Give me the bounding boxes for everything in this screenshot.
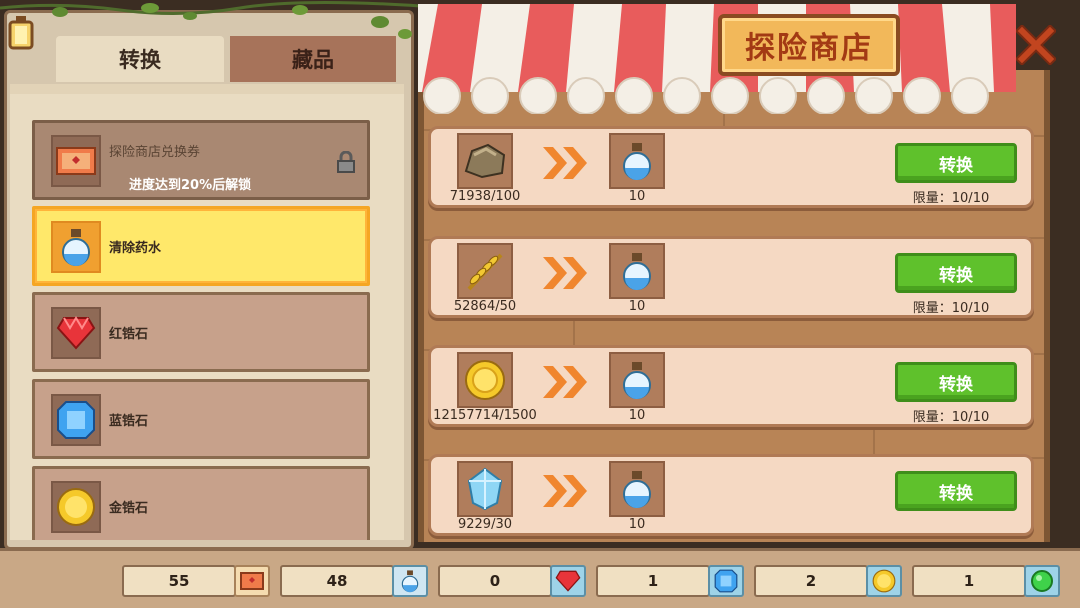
close-icon	[1016, 25, 1056, 65]
resource-value: 0	[438, 565, 552, 597]
red-gem-icon	[51, 307, 101, 359]
potion-icon	[609, 243, 665, 299]
resource-value: 2	[754, 565, 868, 597]
list-item-red-gem[interactable]: 红锆石	[32, 292, 370, 372]
diamond-icon	[457, 461, 513, 517]
gold-coin-icon	[457, 352, 513, 408]
resource-value: 1	[596, 565, 710, 597]
trade-row: 52864/50 10 转换 限量：10/10	[428, 236, 1034, 318]
source-quantity: 52864/50	[453, 299, 517, 314]
trade-row: 71938/100 10 转换 限量：10/10	[428, 126, 1034, 208]
potion-icon	[392, 565, 428, 597]
target-quantity: 10	[628, 299, 646, 314]
game-screen: 转换 藏品 探险商店兑换券 进度达到20%后解锁 清除药水 红锆石 蓝锆石 金锆…	[0, 0, 1080, 608]
resource-bar: 55 48 0 1 2 1	[0, 548, 1080, 608]
item-label: 清除药水	[109, 240, 162, 256]
limit-text: 限量：10/10	[912, 191, 990, 206]
rock-icon	[457, 133, 513, 189]
arrow-right-icon	[543, 366, 587, 398]
arrow-right-icon	[543, 147, 587, 179]
ticket-icon	[51, 135, 101, 187]
vine-decoration	[0, 0, 420, 39]
shop-awning	[418, 4, 1016, 114]
arrow-right-icon	[543, 257, 587, 289]
lantern-icon	[8, 16, 34, 50]
source-quantity: 12157714/1500	[433, 408, 537, 423]
gold-gem-icon	[51, 481, 101, 533]
convert-button[interactable]: 转换	[895, 143, 1017, 183]
arrow-right-icon	[543, 475, 587, 507]
trade-row: 12157714/1500 10 转换 限量：10/10	[428, 345, 1034, 427]
source-quantity: 71938/100	[449, 189, 521, 204]
tab-convert[interactable]: 转换	[56, 36, 224, 82]
target-quantity: 10	[628, 189, 646, 204]
list-item-gold-gem[interactable]: 金锆石	[32, 466, 370, 540]
wheat-icon	[457, 243, 513, 299]
item-list: 探险商店兑换券 进度达到20%后解锁 清除药水 红锆石 蓝锆石 金锆石	[10, 84, 404, 540]
green-orb-icon	[1024, 565, 1060, 597]
close-button[interactable]	[1012, 20, 1060, 70]
blue-gem-icon	[708, 565, 744, 597]
blue-gem-icon	[51, 394, 101, 446]
red-gem-icon	[550, 565, 586, 597]
resource-value: 1	[912, 565, 1026, 597]
potion-icon	[609, 133, 665, 189]
shop-title: 探险商店	[718, 14, 900, 76]
source-quantity: 9229/30	[457, 517, 512, 532]
ticket-icon	[234, 565, 270, 597]
list-item-blue-gem[interactable]: 蓝锆石	[32, 379, 370, 459]
list-item-ticket[interactable]: 探险商店兑换券 进度达到20%后解锁	[32, 120, 370, 200]
resource-value: 55	[122, 565, 236, 597]
unlock-hint: 进度达到20%后解锁	[129, 178, 252, 193]
lock-icon	[337, 151, 355, 173]
target-quantity: 10	[628, 408, 646, 423]
potion-icon	[609, 352, 665, 408]
potion-icon	[609, 461, 665, 517]
target-quantity: 10	[628, 517, 646, 532]
list-divider	[10, 84, 404, 94]
list-item-potion[interactable]: 清除药水	[32, 206, 370, 286]
potion-icon	[51, 221, 101, 273]
convert-button[interactable]: 转换	[895, 253, 1017, 293]
item-label: 红锆石	[109, 326, 149, 342]
item-label: 金锆石	[109, 500, 149, 516]
tab-collection[interactable]: 藏品	[230, 36, 396, 82]
limit-text: 限量：10/10	[912, 301, 990, 316]
item-label: 蓝锆石	[109, 413, 149, 429]
limit-text: 限量：10/10	[912, 410, 990, 425]
convert-button[interactable]: 转换	[895, 471, 1017, 511]
gold-coin-icon	[866, 565, 902, 597]
resource-value: 48	[280, 565, 394, 597]
convert-button[interactable]: 转换	[895, 362, 1017, 402]
trade-row: 9229/30 10 转换	[428, 454, 1034, 536]
